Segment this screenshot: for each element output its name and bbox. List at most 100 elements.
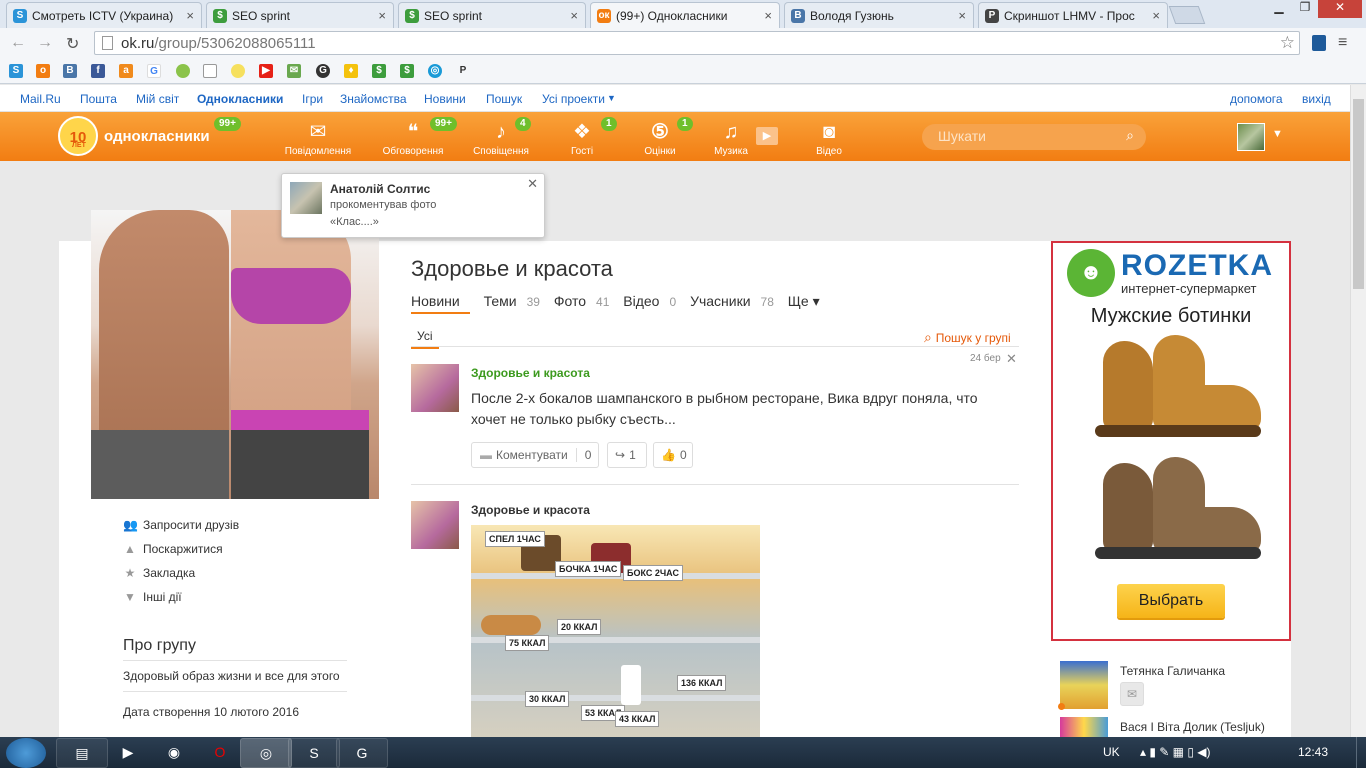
group-cover-photo[interactable] bbox=[91, 210, 379, 499]
seosprint-bookmark-icon[interactable]: $ bbox=[400, 64, 414, 78]
nav-video[interactable]: ◙ Відео bbox=[789, 120, 869, 157]
g-bookmark-icon[interactable]: G bbox=[316, 64, 330, 78]
notification-avatar[interactable] bbox=[290, 182, 322, 214]
friend-avatar[interactable] bbox=[1060, 717, 1108, 737]
close-window-button[interactable]: ✕ bbox=[1318, 0, 1362, 18]
logout-link[interactable]: вихід bbox=[1302, 92, 1331, 106]
firefox-taskbar-icon[interactable]: ◉ bbox=[148, 738, 200, 768]
media-player-taskbar-icon[interactable]: ▶ bbox=[102, 738, 154, 768]
close-tab-icon[interactable]: × bbox=[186, 8, 194, 23]
notification-popup[interactable]: Анатолій Солтис прокоментував фото «Клас… bbox=[281, 173, 545, 238]
extension-icon[interactable] bbox=[1312, 35, 1326, 51]
send-message-button[interactable]: ✉ bbox=[1120, 682, 1144, 706]
close-tab-icon[interactable]: × bbox=[1152, 8, 1160, 23]
seosprint-bookmark-icon[interactable]: $ bbox=[372, 64, 386, 78]
browser-tab[interactable]: P Скриншот LHMV - Прос × bbox=[978, 2, 1168, 28]
close-tab-icon[interactable]: × bbox=[958, 8, 966, 23]
show-desktop-button[interactable] bbox=[1356, 737, 1366, 768]
post-author-avatar[interactable] bbox=[411, 364, 459, 412]
target-bookmark-icon[interactable]: ◎ bbox=[428, 64, 442, 78]
tab-topics[interactable]: Теми 39 bbox=[484, 293, 540, 309]
scrollbar-thumb[interactable] bbox=[1353, 99, 1364, 289]
maximize-button[interactable]: ❐ bbox=[1292, 0, 1318, 18]
portal-link[interactable]: Ігри bbox=[302, 92, 323, 106]
browser-tab-active[interactable]: ок (99+) Однокласники × bbox=[590, 2, 780, 28]
g-app-taskbar-icon[interactable]: G bbox=[336, 738, 388, 768]
browser-tab[interactable]: $ SEO sprint × bbox=[398, 2, 586, 28]
friend-name[interactable]: Вася І Віта Долик (Tesljuk) bbox=[1120, 720, 1265, 734]
address-bar[interactable]: ok.ru/group/53062088065111 ☆ bbox=[94, 31, 1300, 55]
portal-link-current[interactable]: Однокласники bbox=[197, 92, 283, 106]
google-bookmark-icon[interactable]: G bbox=[147, 64, 161, 78]
tray-icons[interactable]: ▴ ▮ ✎ ▦ ▯ ◀) bbox=[1140, 745, 1211, 759]
report-action[interactable]: ▲ Поскаржитися bbox=[123, 542, 223, 556]
bookmark-star-icon[interactable]: ☆ bbox=[1280, 33, 1295, 53]
ad-choose-button[interactable]: Выбрать bbox=[1117, 584, 1225, 618]
comment-button[interactable]: ▬ Коментувати 0 bbox=[471, 442, 599, 468]
notification-photo-title[interactable]: «Клас....» bbox=[330, 216, 379, 228]
search-input[interactable]: Шукати ⌕ bbox=[922, 124, 1146, 150]
friend-name[interactable]: Тетянка Галичанка bbox=[1120, 664, 1225, 678]
explorer-taskbar-icon[interactable]: ▤ bbox=[56, 738, 108, 768]
filter-all[interactable]: Усі bbox=[411, 329, 439, 349]
forward-icon[interactable]: → bbox=[37, 34, 53, 52]
logo-text[interactable]: однокласники bbox=[104, 128, 210, 145]
post-author-avatar[interactable] bbox=[411, 501, 459, 549]
clock[interactable]: 12:43 bbox=[1298, 745, 1328, 759]
portal-link[interactable]: Пошта bbox=[80, 92, 117, 106]
avito-bookmark-icon[interactable]: a bbox=[119, 64, 133, 78]
rozetka-ad[interactable]: ☻ ROZETKA интернет-супермаркет Мужские б… bbox=[1051, 241, 1291, 641]
yellow-bookmark-icon[interactable]: ♦ bbox=[344, 64, 358, 78]
chevron-down-icon[interactable]: ▼ bbox=[1272, 128, 1283, 140]
more-actions[interactable]: ▼ Інші дії bbox=[123, 590, 182, 604]
windows-start-button[interactable] bbox=[6, 738, 46, 768]
portal-link[interactable]: Мій світ bbox=[136, 92, 179, 106]
p-bookmark-icon[interactable]: P bbox=[456, 64, 470, 78]
close-tab-icon[interactable]: × bbox=[570, 8, 578, 23]
close-icon[interactable]: ✕ bbox=[527, 176, 538, 192]
chrome-taskbar-icon[interactable]: ◎ bbox=[240, 738, 292, 768]
portal-link[interactable]: Mail.Ru bbox=[20, 92, 61, 106]
post-author[interactable]: Здоровье и красота bbox=[471, 366, 590, 380]
facebook-bookmark-icon[interactable]: f bbox=[91, 64, 105, 78]
back-icon[interactable]: ← bbox=[10, 34, 26, 52]
friend-avatar[interactable] bbox=[1060, 661, 1108, 709]
skype-taskbar-icon[interactable]: S bbox=[288, 738, 340, 768]
ok-anniversary-logo[interactable]: 10 bbox=[58, 116, 98, 156]
all-projects-link[interactable]: Усі проекти bbox=[542, 92, 605, 106]
tab-videos[interactable]: Відео 0 bbox=[623, 293, 676, 309]
browser-tab[interactable]: $ SEO sprint × bbox=[206, 2, 394, 28]
opera-taskbar-icon[interactable]: O bbox=[194, 738, 246, 768]
search-in-group[interactable]: ⌕ Пошук у групі bbox=[924, 329, 1011, 346]
bookmark-action[interactable]: ★ Закладка bbox=[123, 566, 196, 580]
skype-bookmark-icon[interactable]: S bbox=[9, 64, 23, 78]
tab-photos[interactable]: Фото 41 bbox=[554, 293, 610, 309]
portal-link[interactable]: Пошук bbox=[486, 92, 522, 106]
page-scrollbar[interactable] bbox=[1350, 85, 1366, 737]
ok-bookmark-icon[interactable]: о bbox=[36, 64, 50, 78]
share-button[interactable]: ↪ 1 bbox=[607, 442, 647, 468]
search-icon[interactable]: ⌕ bbox=[1126, 127, 1134, 144]
like-button[interactable]: 👍 0 bbox=[653, 442, 693, 468]
notification-name[interactable]: Анатолій Солтис bbox=[330, 182, 430, 196]
close-tab-icon[interactable]: × bbox=[764, 8, 772, 23]
portal-link[interactable]: Новини bbox=[424, 92, 466, 106]
coin-bookmark-icon[interactable] bbox=[231, 64, 245, 78]
play-icon[interactable]: ▶ bbox=[756, 127, 778, 145]
tab-more[interactable]: Ще ▾ bbox=[788, 293, 830, 309]
help-link[interactable]: допомога bbox=[1230, 92, 1283, 106]
post-text[interactable]: После 2-х бокалов шампанского в рыбном р… bbox=[471, 388, 1011, 430]
circle-bookmark-icon[interactable] bbox=[176, 64, 190, 78]
close-tab-icon[interactable]: × bbox=[378, 8, 386, 23]
reload-icon[interactable]: ↻ bbox=[66, 34, 79, 54]
user-avatar[interactable] bbox=[1237, 123, 1265, 151]
page-bookmark-icon[interactable] bbox=[203, 64, 217, 78]
vk-bookmark-icon[interactable]: B bbox=[63, 64, 77, 78]
nav-messages[interactable]: ✉ Повідомлення bbox=[278, 120, 358, 157]
tab-news[interactable]: Новини bbox=[411, 293, 470, 314]
close-icon[interactable]: ✕ bbox=[1006, 351, 1017, 367]
youtube-bookmark-icon[interactable]: ▶ bbox=[259, 64, 273, 78]
post-photo[interactable]: СПЕЛ 1ЧАС БОЧКА 1ЧАС БОКС 2ЧАС 20 ККАЛ 7… bbox=[471, 525, 760, 738]
browser-tab[interactable]: B Володя Гузюнь × bbox=[784, 2, 974, 28]
minimize-button[interactable]: ▁ bbox=[1266, 0, 1292, 18]
